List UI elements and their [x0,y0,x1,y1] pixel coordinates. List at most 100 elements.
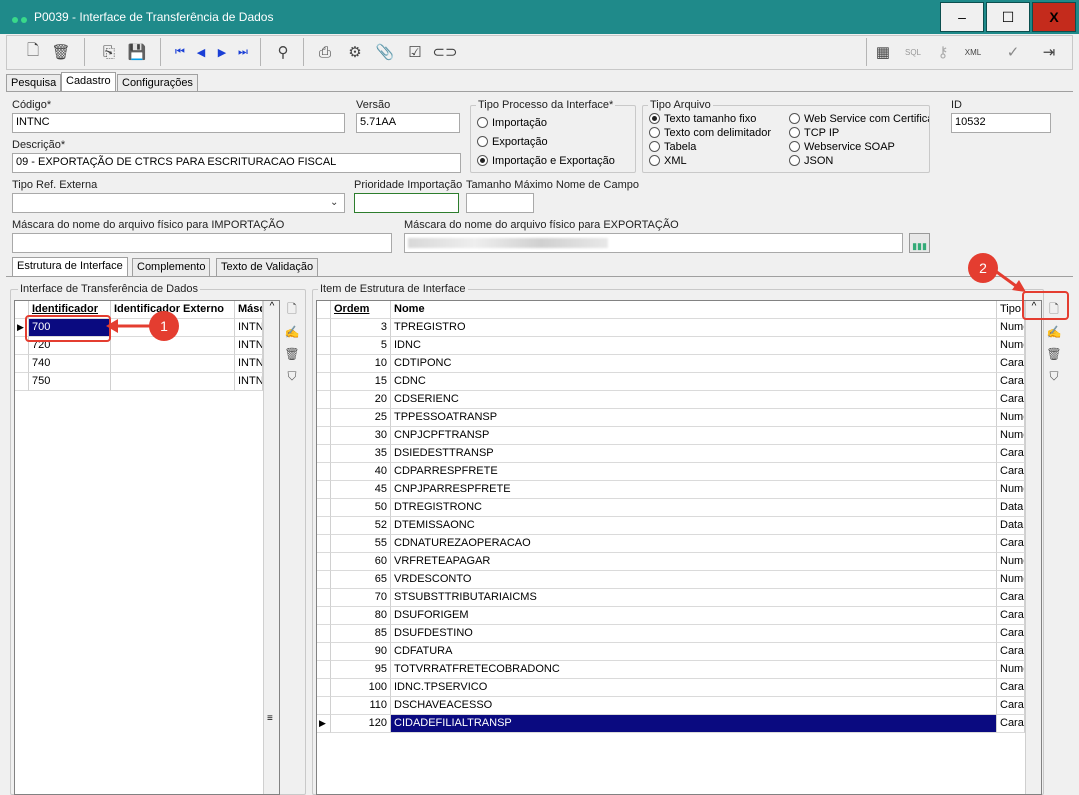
cell-nome[interactable]: CDPARRESPFRETE [391,463,997,481]
cell-nome[interactable]: DSCHAVEACESSO [391,697,997,715]
tipo-ref-externa-select[interactable] [12,193,345,213]
cell-tipo[interactable]: Nume [997,571,1025,589]
cell-tipo[interactable]: Cara [997,373,1025,391]
cell-nome[interactable]: TOTVRRATFRETECOBRADONC [391,661,997,679]
table-row[interactable]: ▶ 120 CIDADEFILIALTRANSP Cara [317,715,1025,733]
radio-tabela[interactable]: Tabela [649,141,696,153]
cell-tipo[interactable]: Cara [997,697,1025,715]
radio-texto-delimitador[interactable]: Texto com delimitador [649,127,771,139]
table-row[interactable]: 85 DSUFDESTINO Cara [317,625,1025,643]
cell-tipo[interactable]: Nume [997,661,1025,679]
cell-ordem[interactable]: 45 [331,481,391,499]
cell-tipo[interactable]: Nume [997,337,1025,355]
minimize-button[interactable]: ‒ [940,2,984,32]
right-grid-scrollbar[interactable]: ^ [1025,301,1041,794]
cell-ordem[interactable]: 5 [331,337,391,355]
cell-tipo[interactable]: Nume [997,409,1025,427]
cell-nome[interactable]: IDNC.TPSERVICO [391,679,997,697]
tab-cadastro[interactable]: Cadastro [61,72,116,92]
cell-ordem[interactable]: 35 [331,445,391,463]
gear-icon[interactable]: ⚙ [342,39,368,65]
cell-ordem[interactable]: 55 [331,535,391,553]
cell-identificador-externo[interactable] [111,355,235,373]
cell-tipo[interactable]: Cara [997,589,1025,607]
link-icon[interactable]: ⊂⊃ [432,39,458,65]
cell-ordem[interactable]: 65 [331,571,391,589]
filter-item-icon[interactable]: ⛉ [1044,366,1064,386]
delete-item-icon[interactable]: 🗑 [1044,344,1064,364]
table-row[interactable]: 60VRFRETEAPAGARNume [317,553,1025,571]
table-row[interactable]: 15 CDNC Cara [317,373,1025,391]
cell-tipo[interactable]: Data [997,499,1025,517]
sql-icon[interactable]: SQL [900,39,926,65]
cell-ordem[interactable]: 120 [331,715,391,733]
table-row[interactable]: 50 DTREGISTRONC Data [317,499,1025,517]
cell-nome[interactable]: CNPJPARRESPFRETE [391,481,997,499]
cell-tipo[interactable]: Cara [997,625,1025,643]
radio-json[interactable]: JSON [789,155,833,167]
cell-nome[interactable]: DSUFORIGEM [391,607,997,625]
cell-mascara[interactable]: INTN [235,373,263,391]
new-icon[interactable]: 🗋 [20,39,46,65]
cell-tipo[interactable]: Cara [997,643,1025,661]
cell-ordem[interactable]: 100 [331,679,391,697]
check-icon[interactable]: ☑ [402,39,428,65]
filter-icon[interactable]: ⛉ [282,366,302,386]
copy-icon[interactable]: ⎘ [96,39,122,65]
cell-ordem[interactable]: 40 [331,463,391,481]
cell-ordem[interactable]: 95 [331,661,391,679]
table-row[interactable]: 95TOTVRRATFRETECOBRADONCNume [317,661,1025,679]
radio-importacao[interactable]: Importação [477,117,547,129]
chevron-down-icon[interactable]: ⌄ [330,197,338,208]
cell-tipo[interactable]: Cara [997,715,1025,733]
cell-ordem[interactable]: 25 [331,409,391,427]
tab-configuracoes[interactable]: Configurações [117,74,198,92]
cell-nome[interactable]: CDSERIENC [391,391,997,409]
tab-texto-validacao[interactable]: Texto de Validação [216,258,319,276]
table-row[interactable]: 55 CDNATUREZAOPERACAO Cara [317,535,1025,553]
cell-nome[interactable]: CIDADEFILIALTRANSP [391,715,997,733]
cell-ordem[interactable]: 70 [331,589,391,607]
cell-ordem[interactable]: 10 [331,355,391,373]
header-tipo[interactable]: Tipo [997,301,1025,319]
cell-ordem[interactable]: 85 [331,625,391,643]
cell-ordem[interactable]: 60 [331,553,391,571]
cell-identificador-externo[interactable] [111,337,235,355]
radio-webservice-soap[interactable]: Webservice SOAP [789,141,895,153]
cell-tipo[interactable]: Data [997,517,1025,535]
table-row[interactable]: 70 STSUBSTTRIBUTARIAICMS Cara [317,589,1025,607]
tab-pesquisa[interactable]: Pesquisa [6,74,62,92]
cell-nome[interactable]: DTEMISSAONC [391,517,997,535]
radio-texto-tamanho-fixo[interactable]: Texto tamanho fixo [649,113,756,125]
cell-nome[interactable]: DSUFDESTINO [391,625,997,643]
cell-nome[interactable]: VRDESCONTO [391,571,997,589]
cell-nome[interactable]: CDTIPONC [391,355,997,373]
chart-icon[interactable]: ▮▮▮ [909,233,930,253]
header-mascara[interactable]: Másc [235,301,263,319]
last-icon[interactable]: ⏭ [230,39,256,65]
table-row[interactable]: 90 CDFATURA Cara [317,643,1025,661]
table-row[interactable]: 3TPREGISTRONume [317,319,1025,337]
maximize-button[interactable]: ☐ [986,2,1030,32]
cell-ordem[interactable]: 50 [331,499,391,517]
exit-icon[interactable]: ⇥ [1036,39,1062,65]
cell-nome[interactable]: CDFATURA [391,643,997,661]
save-icon[interactable]: 💾 [124,39,150,65]
scroll-thumb-icon[interactable]: ≡ [267,713,273,724]
close-button[interactable]: X [1032,2,1076,32]
cell-nome[interactable]: TPPESSOATRANSP [391,409,997,427]
cell-nome[interactable]: CDNATUREZAOPERACAO [391,535,997,553]
id-field[interactable]: 10532 [951,113,1051,133]
delete-icon[interactable]: 🗑 [48,39,74,65]
cell-ordem[interactable]: 30 [331,427,391,445]
xml-icon[interactable]: XML [960,39,986,65]
cell-tipo[interactable]: Nume [997,481,1025,499]
cell-nome[interactable]: IDNC [391,337,997,355]
confirm-icon[interactable]: ✓ [1000,39,1026,65]
print-icon[interactable]: ⎙ [312,39,338,65]
table-row[interactable]: 10 CDTIPONC Cara [317,355,1025,373]
cell-nome[interactable]: TPREGISTRO [391,319,997,337]
cell-tipo[interactable]: Cara [997,679,1025,697]
cell-ordem[interactable]: 110 [331,697,391,715]
cell-tipo[interactable]: Cara [997,607,1025,625]
